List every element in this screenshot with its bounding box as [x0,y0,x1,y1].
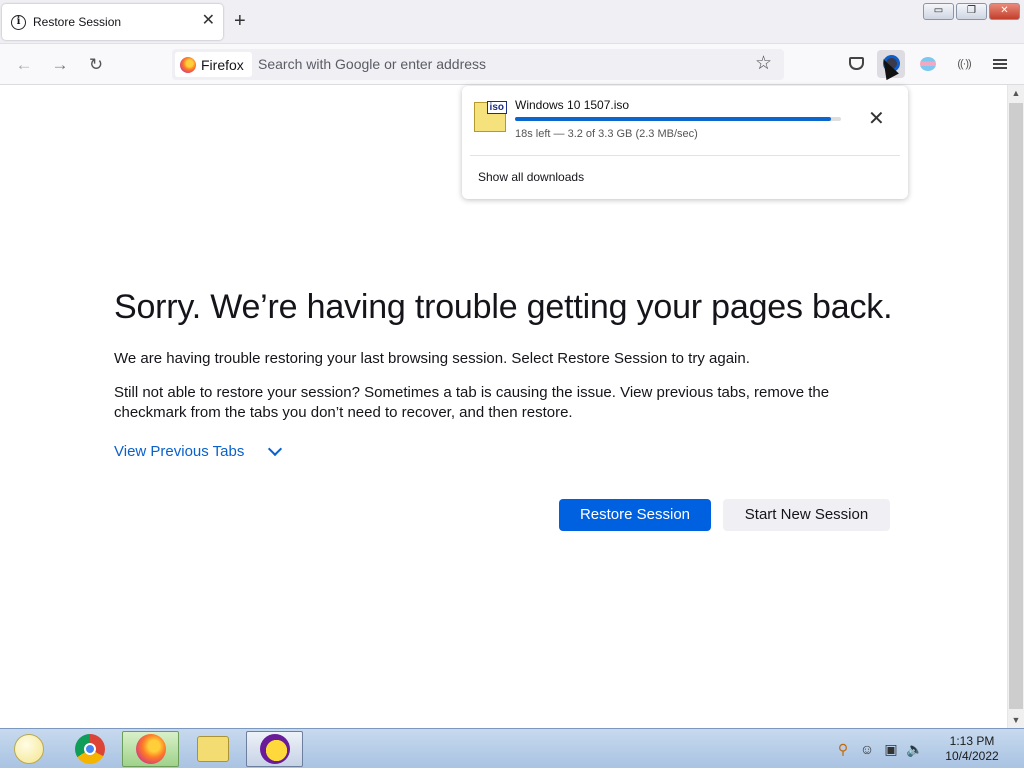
close-window-button[interactable]: ✕ [989,3,1020,20]
firefox-icon[interactable] [122,731,179,767]
new-tab-button[interactable]: + [234,10,246,32]
restore-session-content: Sorry. We’re having trouble getting your… [114,288,894,531]
folder-people-icon[interactable] [184,731,241,767]
downloads-panel: iso Windows 10 1507.iso 18s left — 3.2 o… [462,86,908,199]
bookmark-star-icon[interactable]: ☆ [755,52,772,75]
scroll-down-icon[interactable]: ▼ [1008,712,1024,728]
scroll-thumb[interactable] [1009,103,1023,709]
action-buttons: Restore Session Start New Session [559,499,890,531]
clock-time: 1:13 PM [949,734,995,748]
iso-file-label: iso [486,101,507,114]
vertical-scrollbar[interactable]: ▲ ▼ [1007,85,1024,728]
view-previous-tabs-link[interactable]: View Previous Tabs [114,441,894,460]
url-input[interactable]: Search with Google or enter address [258,56,486,72]
restore-session-button[interactable]: Restore Session [559,499,711,531]
yahoo-messenger-icon[interactable] [246,731,303,767]
minimize-button[interactable]: ▭ [923,3,954,20]
menu-icon[interactable] [986,50,1014,78]
volume-icon[interactable]: 🔈 [906,740,924,758]
page-title: Sorry. We’re having trouble getting your… [114,288,893,326]
view-previous-tabs-label: View Previous Tabs [114,443,245,460]
system-clock[interactable]: 1:13 PM 10/4/2022 [936,734,1008,764]
identity-box[interactable]: Firefox [175,52,252,77]
reload-button[interactable]: ↻ [84,53,108,77]
clock-date: 10/4/2022 [945,749,999,763]
chevron-down-icon [268,441,283,456]
navigation-toolbar: ← → ↻ Firefox Search with Google or ente… [0,44,1024,85]
info-icon: i [11,14,26,30]
firefox-logo-icon [180,56,196,73]
messenger-tray-icon[interactable]: ☺ [858,740,876,758]
restore-button[interactable]: ❐ [956,3,987,20]
download-file-name[interactable]: Windows 10 1507.iso [515,98,629,112]
restore-description: We are having trouble restoring your las… [114,350,750,367]
system-tray: ⚲ ☺ ▣ 🔈 1:13 PM 10/4/2022 [834,729,1024,769]
forward-button[interactable]: → [48,53,72,77]
show-all-downloads-link[interactable]: Show all downloads [478,170,584,184]
identity-label: Firefox [201,56,244,73]
start-new-session-button[interactable]: Start New Session [723,499,890,531]
tab-restore-session[interactable]: i Restore Session ✕ [2,4,223,40]
iso-file-icon: iso [474,101,507,132]
back-button[interactable]: ← [12,53,36,77]
tab-title: Restore Session [33,15,122,29]
smiley-app-icon[interactable] [0,731,57,767]
url-bar[interactable]: Firefox Search with Google or enter addr… [172,49,784,80]
pocket-icon[interactable] [842,50,870,78]
restore-help-text: Still not able to restore your session? … [114,384,830,421]
network-icon[interactable]: ▣ [882,740,900,758]
panel-divider [470,155,900,156]
scroll-up-icon[interactable]: ▲ [1008,85,1024,101]
cancel-download-icon[interactable]: ✕ [868,108,885,130]
chrome-icon[interactable] [61,731,118,767]
tab-close-icon[interactable]: ✕ [202,13,215,29]
taskbar: ⚲ ☺ ▣ 🔈 1:13 PM 10/4/2022 [0,728,1024,768]
search-icon[interactable]: ⚲ [834,740,852,758]
extension-2-icon[interactable]: ((·)) [950,50,978,78]
download-progress-fill [515,117,832,121]
download-status: 18s left — 3.2 of 3.3 GB (2.3 MB/sec) [515,128,698,140]
download-progress-bar [515,117,841,121]
tab-strip: i Restore Session ✕ + ▭ ❐ ✕ [0,0,1024,44]
window-controls: ▭ ❐ ✕ [923,3,1020,20]
extension-icon[interactable] [914,50,942,78]
